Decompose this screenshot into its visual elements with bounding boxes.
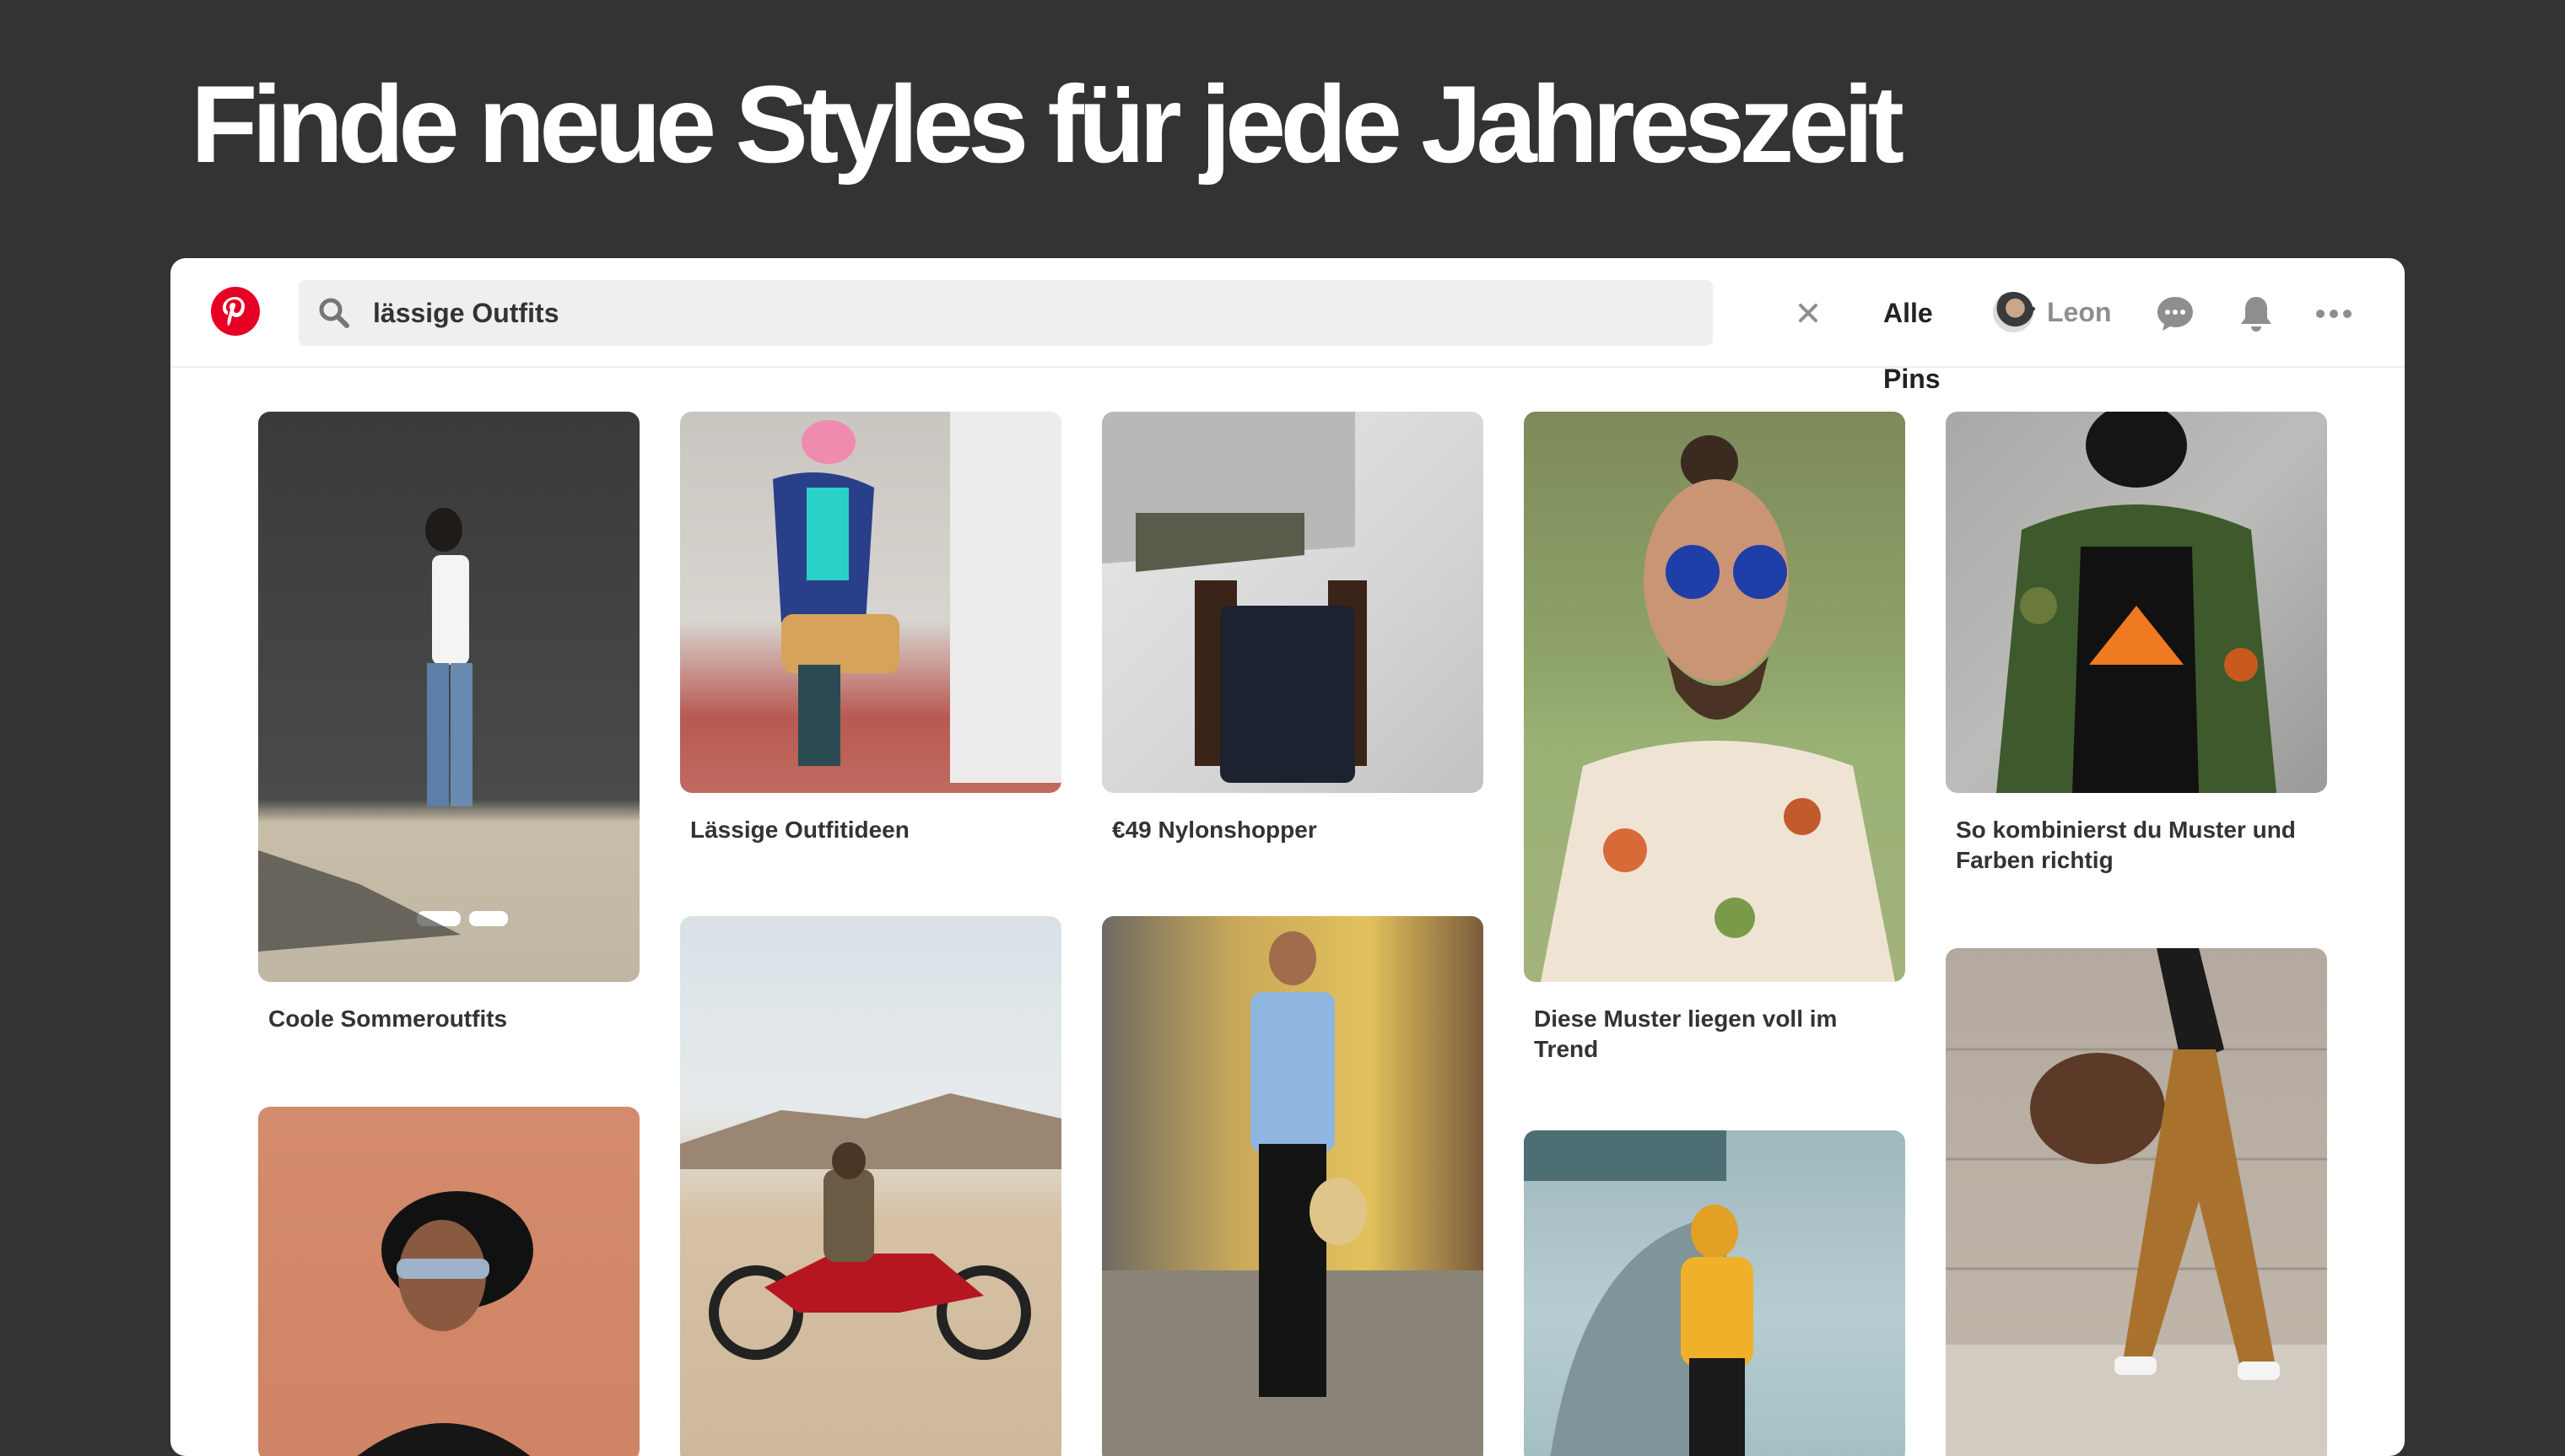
close-icon[interactable] <box>1796 300 1821 326</box>
pin-title: €49 Nylonshopper <box>1112 817 1317 843</box>
more-dots-icon[interactable] <box>2314 294 2354 334</box>
pin-title: Coole Sommeroutfits <box>268 1006 508 1032</box>
man-yellow-hoodie-photo <box>1524 1130 1905 1456</box>
man-hat-sunglasses-portrait-photo <box>258 1107 640 1456</box>
search-icon <box>319 298 349 328</box>
chat-bubble-icon[interactable] <box>2155 294 2195 334</box>
bell-icon[interactable] <box>2236 294 2276 334</box>
search-input[interactable]: lässige Outfits <box>373 280 559 346</box>
search-bar[interactable]: lässige Outfits Alle Pins <box>299 280 2035 394</box>
search-divider <box>1848 280 1850 346</box>
man-suspenders-straw-hat-photo <box>1102 916 1483 1456</box>
app-window: lässige Outfits Alle Pins Leon Coole Som… <box>170 258 2405 1456</box>
avatar-icon <box>1993 292 2033 332</box>
man-sitting-black-bag-photo <box>1102 412 1483 793</box>
user-name: Leon <box>2047 297 2112 327</box>
pin-title: Diese Muster liegen voll im Trend <box>1534 1006 1838 1062</box>
pinterest-logo-icon[interactable] <box>211 287 260 336</box>
pin-grid: Coole Sommeroutfits Lässige Outfitideen … <box>170 368 2405 1456</box>
pin-title: Lässige Outfitideen <box>690 817 910 843</box>
man-leather-bag-walking-photo <box>1946 948 2327 1456</box>
man-camo-jacket-photo <box>1946 412 2327 793</box>
man-reading-floral-jacket-photo <box>680 412 1061 793</box>
man-walking-white-tee-photo <box>258 412 640 982</box>
man-floral-shirt-sunglasses-photo <box>1524 412 1905 982</box>
page-headline: Finde neue Styles für jede Jahreszeit <box>191 62 1904 186</box>
pin-title: So kombinierst du Muster und Farben rich… <box>1956 817 2296 873</box>
man-motorcycle-desert-photo <box>680 916 1061 1456</box>
top-bar: lässige Outfits Alle Pins Leon <box>170 258 2405 394</box>
